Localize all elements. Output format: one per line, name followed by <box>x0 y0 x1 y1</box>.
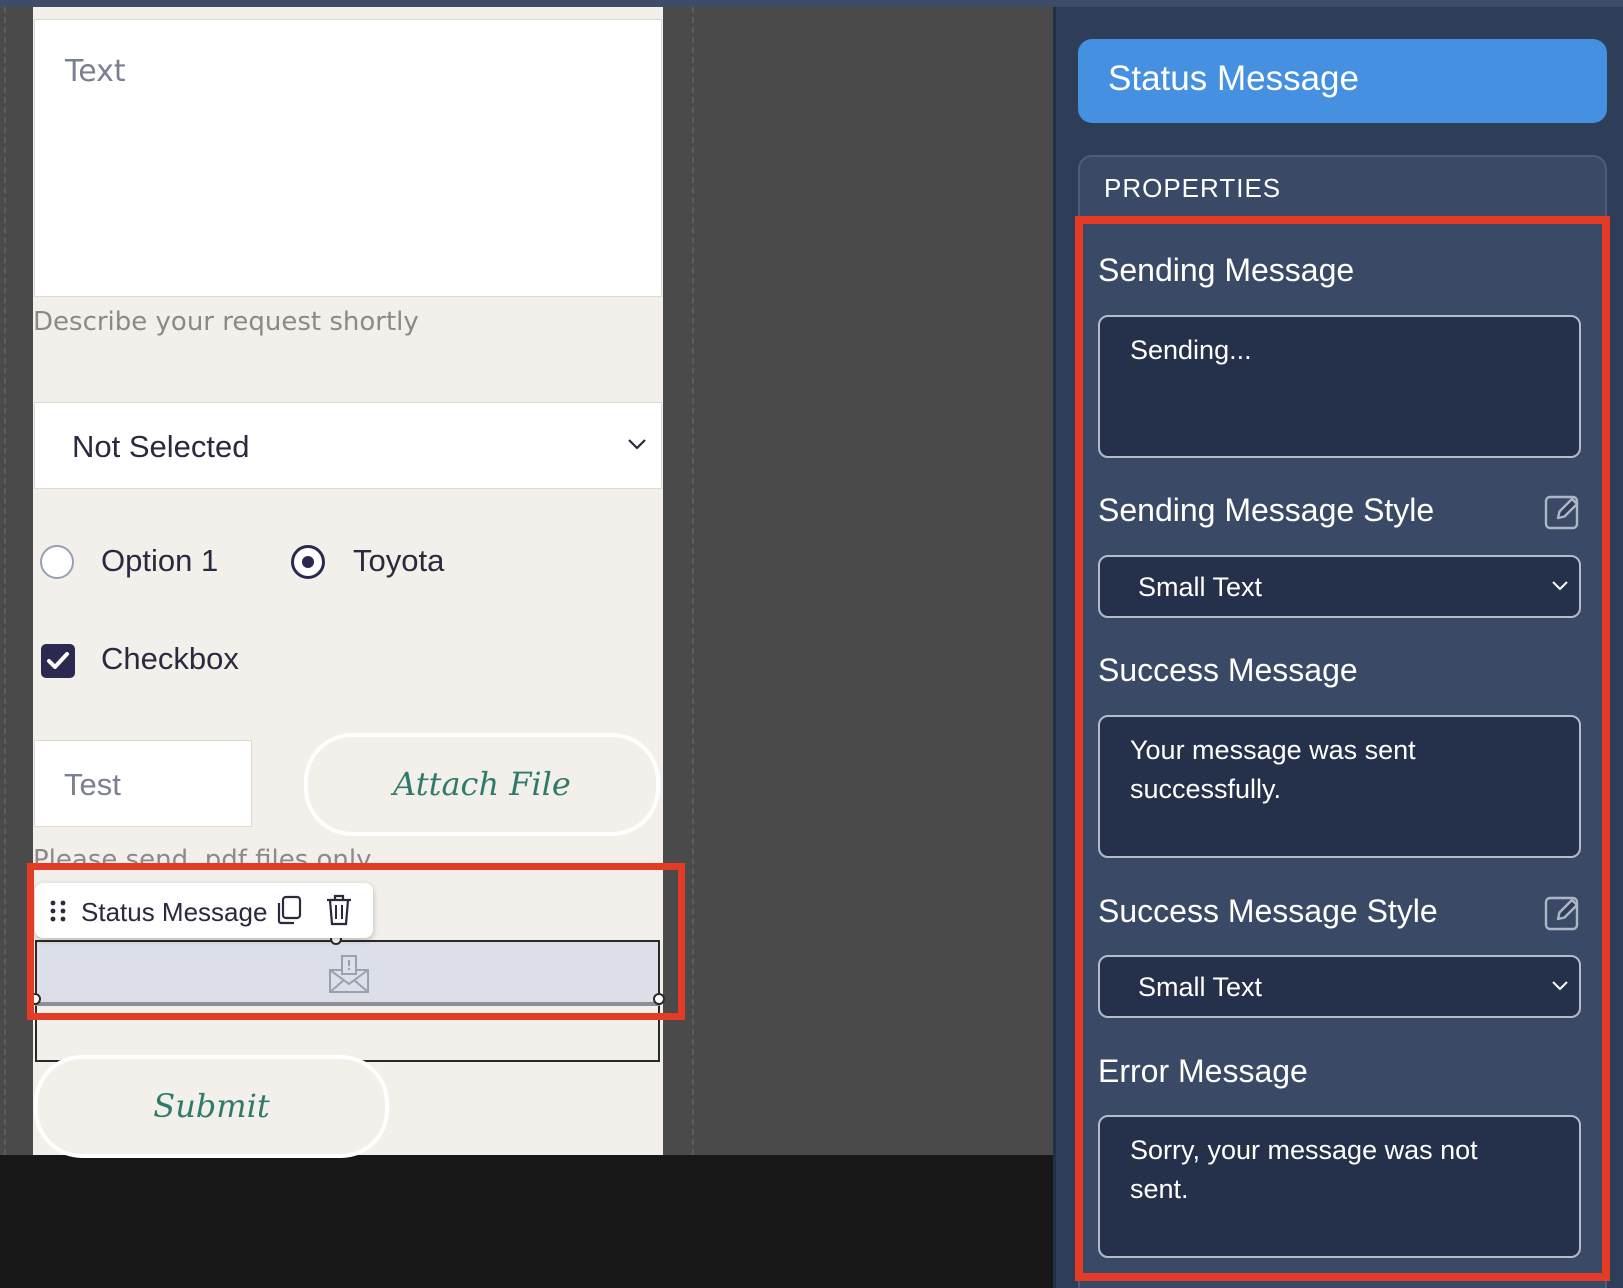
canvas-guide-left <box>4 7 6 1155</box>
message-textarea[interactable]: Text <box>34 19 662 297</box>
textarea-helper-text: Describe your request shortly <box>33 307 419 337</box>
radio-option-toyota[interactable] <box>291 545 325 579</box>
dropdown-value: Not Selected <box>72 429 250 464</box>
radio-option-1[interactable] <box>40 545 74 579</box>
radio-option-1-label: Option 1 <box>101 543 219 578</box>
text-input-placeholder: Test <box>64 767 121 802</box>
checkbox[interactable] <box>41 644 75 678</box>
panel-title: Status Message <box>1108 59 1359 98</box>
panel-title-bar: Status Message <box>1078 39 1607 123</box>
chevron-down-icon <box>628 439 646 450</box>
dropdown-select[interactable]: Not Selected <box>34 402 662 489</box>
top-bar <box>0 0 1623 7</box>
properties-header[interactable]: PROPERTIES <box>1104 173 1281 204</box>
highlight-box-properties <box>1075 216 1610 1281</box>
text-input[interactable]: Test <box>34 740 252 827</box>
canvas-footer <box>0 1155 1053 1288</box>
submit-button[interactable]: Submit <box>34 1055 389 1158</box>
checkmark-icon <box>47 652 69 669</box>
highlight-box-element <box>27 863 685 1020</box>
checkbox-label: Checkbox <box>101 641 239 676</box>
attach-file-button[interactable]: Attach File <box>304 733 660 836</box>
radio-option-toyota-label: Toyota <box>353 543 445 578</box>
textarea-placeholder: Text <box>65 54 126 89</box>
canvas-guide-right <box>692 7 694 1155</box>
